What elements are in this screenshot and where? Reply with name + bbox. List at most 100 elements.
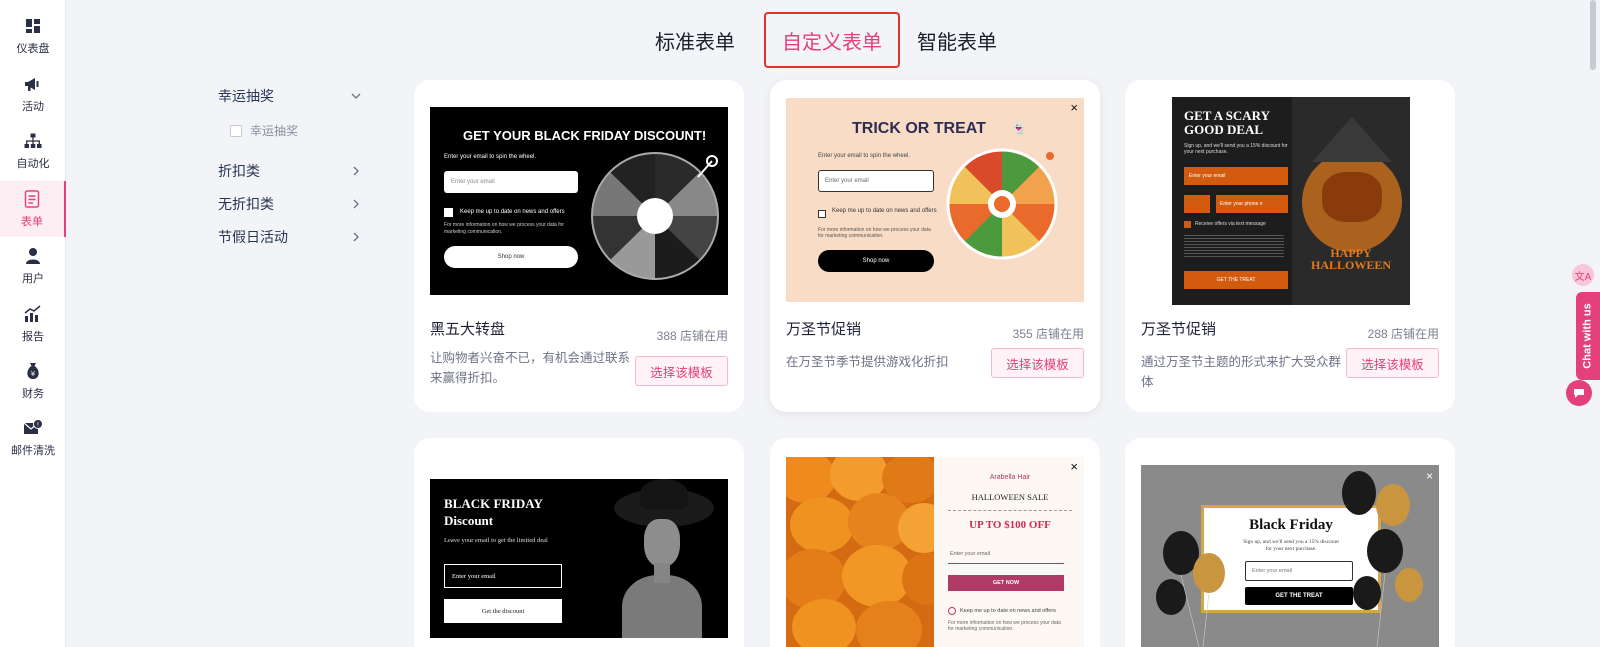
preview-cta: GET THE TREAT (1184, 271, 1288, 289)
nav-label: 表单 (21, 216, 43, 228)
select-template-button[interactable]: 选择该模板 (1346, 348, 1439, 378)
preview-cta: Shop now (444, 246, 578, 268)
nav-label: 邮件清洗 (11, 445, 55, 457)
preview-cta: Shop now (818, 250, 934, 272)
close-icon: × (1070, 100, 1078, 115)
preview-heading: GET YOUR BLACK FRIDAY DISCOUNT! (463, 128, 707, 143)
category-label: 幸运抽奖 (218, 88, 274, 104)
template-preview: GET A SCARY GOOD DEAL Sign up, and we'll… (1172, 97, 1410, 305)
chevron-right-icon (353, 166, 359, 176)
nav-item-forms[interactable]: 表单 (0, 181, 66, 237)
category-no-discount[interactable]: 无折扣类 (218, 192, 363, 216)
preview-offer: UP TO $100 OFF (969, 519, 1051, 531)
chat-label: Chat with us (1582, 303, 1595, 369)
user-icon (23, 246, 43, 266)
preview-checkbox (818, 210, 826, 218)
template-preview: GET YOUR BLACK FRIDAY DISCOUNT! Enter yo… (430, 107, 728, 295)
happy-halloween-badge: HAPPY HALLOWEEN (1310, 246, 1391, 272)
preview-checkbox (444, 208, 453, 217)
preview-email-input: Enter your email (948, 544, 1064, 564)
preview-cta: Get the discount (444, 599, 562, 623)
svg-text:!: ! (37, 422, 39, 429)
template-preview: × Black Friday Sign up, and we'll send y… (1141, 465, 1439, 647)
nav-item-users[interactable]: 用户 (0, 238, 66, 294)
preview-subtext: Enter your email to spin the wheel. (444, 154, 537, 160)
preview-heading: BLACK FRIDAY Discount (444, 496, 543, 528)
ghost-icon: 👻 (1012, 123, 1026, 135)
category-label: 无折扣类 (218, 196, 274, 212)
card-title: 万圣节促销 (786, 321, 862, 338)
nav-label: 报告 (22, 331, 44, 343)
dashboard-icon (23, 16, 43, 36)
nav-item-finance[interactable]: ¥ 财务 (0, 353, 66, 409)
woman-in-hat-photo (600, 479, 728, 638)
tab-standard-forms[interactable]: 标准表单 (650, 12, 740, 68)
subcategory-lucky-draw[interactable]: 幸运抽奖 (230, 122, 298, 139)
preview-checkbox (948, 607, 956, 615)
preview-checkbox (1184, 221, 1191, 228)
nav-item-campaigns[interactable]: 活动 (0, 66, 66, 122)
select-template-button[interactable]: 选择该模板 (635, 356, 728, 386)
category-label: 折扣类 (218, 163, 260, 179)
preview-email-input: Enter your email (444, 171, 578, 193)
preview-email-input: Enter your email (1184, 167, 1288, 185)
card-usage-count: 388 店铺在用 (656, 329, 728, 343)
nav-item-dashboard[interactable]: 仪表盘 (0, 8, 66, 64)
balloons-graphic (1156, 471, 1423, 647)
mail-clean-icon: ! (23, 418, 43, 438)
translate-icon[interactable]: 文A (1572, 264, 1594, 286)
chevron-right-icon (353, 232, 359, 242)
template-card[interactable]: × Arabella Hair HALLOWEEN SALE UP TO $10… (770, 438, 1100, 647)
spin-wheel-graphic (591, 152, 719, 280)
template-card[interactable]: GET YOUR BLACK FRIDAY DISCOUNT! Enter yo… (414, 80, 744, 412)
nav-item-automation[interactable]: 自动化 (0, 123, 66, 179)
preview-fineprint (1184, 233, 1284, 259)
preview-brand: Arabella Hair (989, 474, 1031, 481)
nav-label: 自动化 (16, 158, 50, 170)
nav-label: 仪表盘 (16, 43, 50, 55)
nav-item-reports[interactable]: 报告 (0, 296, 66, 352)
spin-wheel-graphic (946, 148, 1058, 260)
template-card[interactable]: BLACK FRIDAY Discount Leave your email t… (414, 438, 744, 647)
preview-heading: TRICK OR TREAT (852, 120, 986, 137)
preview-email-input: Enter your email (818, 170, 934, 192)
card-title: 黑五大转盘 (430, 321, 506, 338)
report-icon (23, 304, 43, 324)
pumpkins-photo (786, 457, 934, 647)
preview-subtext: Leave your email to get the limited deal (444, 537, 548, 544)
preview-consent: Receive offers via text message (1195, 221, 1266, 227)
category-holiday-events[interactable]: 节假日活动 (218, 225, 363, 249)
card-title: 万圣节促销 (1141, 321, 1217, 338)
select-template-button[interactable]: 选择该模板 (991, 348, 1084, 378)
template-preview: BLACK FRIDAY Discount Leave your email t… (430, 479, 728, 638)
tab-smart-forms[interactable]: 智能表单 (912, 12, 1002, 68)
nav-item-mail-clean[interactable]: ! 邮件清洗 (0, 410, 66, 466)
subcategory-checkbox[interactable] (230, 124, 242, 137)
category-label: 节假日活动 (218, 229, 288, 245)
preview-info: For more information on how we process y… (818, 227, 931, 239)
category-lucky-draw[interactable]: 幸运抽奖 (218, 84, 363, 108)
form-icon (22, 189, 42, 209)
preview-cta: GET NOW (948, 575, 1064, 591)
template-card[interactable]: × Black Friday Sign up, and we'll send y… (1125, 438, 1455, 647)
page-scrollbar[interactable] (1590, 0, 1596, 70)
close-icon: × (1070, 459, 1078, 474)
preview-country-select (1184, 195, 1210, 213)
preview-info: For more information on how we process y… (444, 222, 565, 235)
tab-custom-forms[interactable]: 自定义表单 (764, 12, 900, 68)
svg-text:¥: ¥ (31, 370, 36, 378)
category-discount[interactable]: 折扣类 (218, 159, 363, 183)
pumpkin-illustration: HAPPY HALLOWEEN (1292, 97, 1410, 305)
template-card[interactable]: × TRICK OR TREAT 👻 Enter your email to s… (770, 80, 1100, 412)
template-preview: × TRICK OR TREAT 👻 Enter your email to s… (786, 98, 1084, 302)
preview-consent: Keep me up to date on news and offers (832, 208, 937, 214)
chat-with-us-button[interactable]: Chat with us (1576, 292, 1600, 380)
preview-phone-input: Enter your phone n (1216, 195, 1288, 213)
preview-subtext: Enter your email to spin the wheel. (818, 153, 911, 159)
template-card[interactable]: GET A SCARY GOOD DEAL Sign up, and we'll… (1125, 80, 1455, 412)
chevron-down-icon (351, 93, 361, 99)
chat-bubble-icon[interactable] (1566, 380, 1592, 406)
preview-heading: GET A SCARY GOOD DEAL (1184, 108, 1270, 137)
preview-divider (948, 510, 1072, 511)
card-description: 在万圣节季节提供游戏化折扣 (786, 355, 949, 369)
